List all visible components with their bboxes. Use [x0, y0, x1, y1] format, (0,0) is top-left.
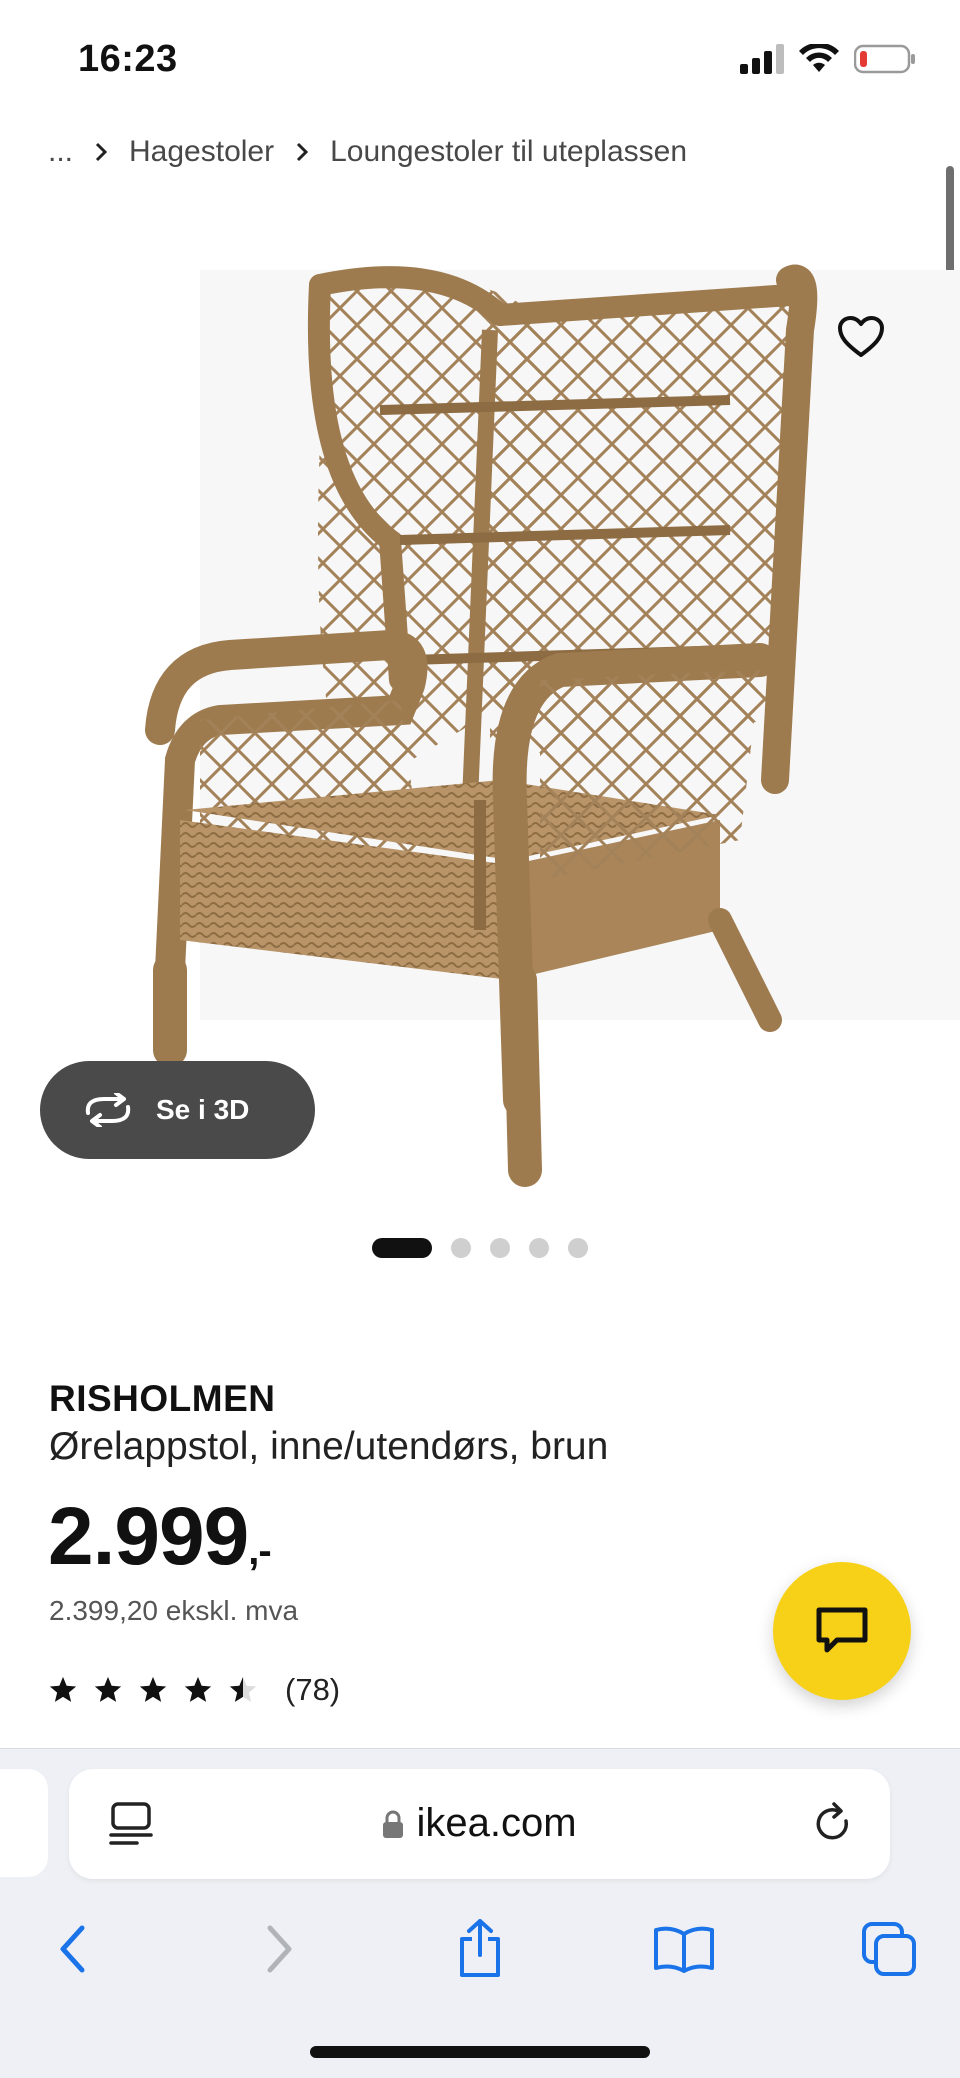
pager-dot[interactable]: [529, 1238, 549, 1258]
product-rating[interactable]: (78): [48, 1672, 340, 1708]
rotate-3d-icon: [85, 1093, 131, 1127]
chevron-right-icon: [95, 142, 108, 162]
star-icon: [184, 1676, 212, 1702]
star-icon: [49, 1676, 77, 1702]
address-bar[interactable]: ikea.com: [69, 1769, 890, 1879]
star-icon: [94, 1676, 122, 1702]
battery-icon: [854, 44, 915, 74]
product-description: Ørelappstol, inne/utendørs, brun: [49, 1425, 609, 1468]
browser-toolbar: [0, 1909, 960, 1989]
signal-icon: [740, 44, 784, 74]
chevron-right-icon: [267, 1925, 292, 1973]
wifi-icon: [799, 44, 839, 72]
pager-dot[interactable]: [451, 1238, 471, 1258]
breadcrumb-hagestoler[interactable]: Hagestoler: [129, 135, 274, 169]
status-bar: 16:23: [0, 0, 960, 110]
chevron-right-icon: [296, 142, 309, 162]
previous-tab-card[interactable]: [0, 1769, 48, 1877]
tabs-button[interactable]: [850, 1909, 930, 1989]
price-suffix: ,-: [248, 1529, 271, 1573]
product-name: RISHOLMEN: [49, 1378, 276, 1419]
star-icon: [139, 1676, 167, 1702]
pager-dot-active[interactable]: [372, 1238, 432, 1258]
share-button[interactable]: [440, 1909, 520, 1989]
wicker-chair-image: [145, 264, 960, 1187]
breadcrumb: ... Hagestoler Loungestoler til uteplass…: [48, 135, 687, 169]
rating-count: (78): [285, 1672, 341, 1707]
share-icon: [460, 1919, 500, 1977]
heart-icon: [838, 316, 884, 357]
chat-icon: [816, 1607, 868, 1653]
view-3d-label: Se i 3D: [156, 1094, 250, 1125]
forward-button[interactable]: [240, 1909, 320, 1989]
half-star-icon: [229, 1676, 257, 1702]
lock-icon: [383, 1810, 404, 1838]
breadcrumb-ellipsis[interactable]: ...: [48, 135, 73, 169]
price-main: 2.999: [48, 1491, 249, 1582]
tabs-icon: [862, 1922, 916, 1976]
pager-dot[interactable]: [490, 1238, 510, 1258]
pager-dot[interactable]: [568, 1238, 588, 1258]
favorite-button[interactable]: [830, 306, 892, 368]
home-indicator[interactable]: [310, 2046, 650, 2058]
price-excl-vat: 2.399,20 ekskl. mva: [49, 1595, 299, 1626]
browser-chrome: ikea.com: [0, 1748, 960, 2078]
book-icon: [654, 1926, 714, 1973]
image-pager: [372, 1238, 588, 1258]
breadcrumb-loungestoler[interactable]: Loungestoler til uteplassen: [330, 135, 687, 169]
chevron-left-icon: [60, 1925, 85, 1973]
url-display[interactable]: ikea.com: [69, 1801, 890, 1846]
product-price: 2.999,-: [48, 1490, 272, 1584]
url-text: ikea.com: [416, 1801, 577, 1845]
bookmarks-button[interactable]: [644, 1909, 724, 1989]
status-icons: [740, 44, 916, 74]
view-3d-button[interactable]: Se i 3D: [40, 1061, 315, 1159]
status-time: 16:23: [78, 38, 178, 80]
chat-button[interactable]: [773, 1562, 911, 1700]
product-image[interactable]: [0, 240, 960, 1200]
back-button[interactable]: [32, 1909, 112, 1989]
reload-icon[interactable]: [810, 1801, 856, 1847]
